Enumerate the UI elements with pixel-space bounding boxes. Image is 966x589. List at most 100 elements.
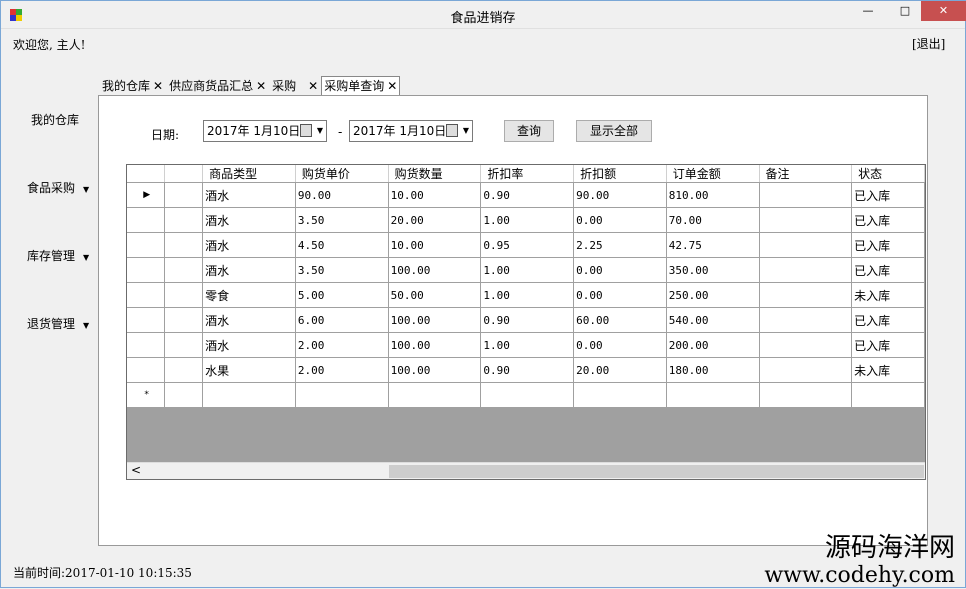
table-cell[interactable]: 已入库 (851, 257, 925, 283)
tab-supplier-summary[interactable]: 供应商货品汇总 ✕ (166, 76, 269, 96)
table-row[interactable]: 零食 5.00 50.00 1.00 0.00 250.00 未入库 (127, 282, 925, 308)
table-cell[interactable]: 100.00 (388, 357, 482, 383)
table-cell[interactable]: 已入库 (851, 232, 925, 258)
table-cell[interactable] (164, 307, 204, 333)
table-cell[interactable]: 100.00 (388, 307, 482, 333)
table-cell[interactable]: 2.25 (573, 232, 667, 258)
close-icon[interactable]: ✕ (256, 79, 266, 93)
table-cell[interactable]: 100.00 (388, 257, 482, 283)
table-cell[interactable]: 540.00 (666, 307, 760, 333)
row-header[interactable] (127, 357, 166, 383)
column-header[interactable]: 购货数量 (388, 165, 482, 183)
table-cell[interactable]: 已入库 (851, 332, 925, 358)
close-button[interactable]: ✕ (921, 1, 966, 21)
calendar-icon[interactable] (446, 124, 458, 137)
table-cell[interactable]: 0.95 (480, 232, 575, 258)
table-cell[interactable]: 10.00 (388, 182, 482, 208)
date-from-picker[interactable]: 2017年 1月10日 ▼ (203, 120, 327, 142)
table-cell[interactable]: 酒水 (202, 332, 296, 358)
column-header[interactable]: 折扣额 (573, 165, 667, 183)
table-cell[interactable]: 1.00 (480, 332, 575, 358)
table-cell[interactable]: 350.00 (666, 257, 760, 283)
table-cell[interactable] (851, 382, 925, 408)
table-row[interactable]: 酒水 3.50 100.00 1.00 0.00 350.00 已入库 (127, 257, 925, 283)
table-cell[interactable] (666, 382, 760, 408)
table-cell[interactable]: 5.00 (295, 282, 389, 308)
exit-link[interactable]: [退出] (912, 35, 945, 52)
table-row[interactable]: 酒水 4.50 10.00 0.95 2.25 42.75 已入库 (127, 232, 925, 258)
row-header[interactable] (127, 257, 166, 283)
column-header[interactable]: 折扣率 (480, 165, 575, 183)
table-cell[interactable]: 20.00 (388, 207, 482, 233)
table-cell[interactable]: 3.50 (295, 207, 389, 233)
close-icon[interactable]: ✕ (387, 79, 397, 93)
calendar-icon[interactable] (300, 124, 312, 137)
table-cell[interactable]: 90.00 (573, 182, 667, 208)
table-cell[interactable]: 50.00 (388, 282, 482, 308)
column-header[interactable]: 备注 (759, 165, 853, 183)
horizontal-scrollbar[interactable]: < (127, 462, 925, 479)
table-cell[interactable] (573, 382, 667, 408)
table-cell[interactable]: 6.00 (295, 307, 389, 333)
row-header[interactable] (127, 282, 166, 308)
table-cell[interactable]: 10.00 (388, 232, 482, 258)
column-header[interactable]: 购货单价 (295, 165, 389, 183)
table-cell[interactable]: 酒水 (202, 307, 296, 333)
table-cell[interactable] (164, 282, 204, 308)
table-cell[interactable]: 0.00 (573, 282, 667, 308)
table-cell[interactable] (759, 332, 853, 358)
table-cell[interactable] (388, 382, 482, 408)
table-cell[interactable]: 1.00 (480, 282, 575, 308)
column-header[interactable]: 商品类型 (202, 165, 296, 183)
table-cell[interactable]: 未入库 (851, 282, 925, 308)
query-button[interactable]: 查询 (504, 120, 554, 142)
chevron-down-icon[interactable]: ▼ (317, 121, 323, 141)
row-header[interactable]: * (127, 382, 166, 408)
table-row[interactable]: 酒水 3.50 20.00 1.00 0.00 70.00 已入库 (127, 207, 925, 233)
table-cell[interactable]: 70.00 (666, 207, 760, 233)
table-cell[interactable]: 100.00 (388, 332, 482, 358)
table-cell[interactable]: 未入库 (851, 357, 925, 383)
table-cell[interactable]: 60.00 (573, 307, 667, 333)
table-cell[interactable]: 1.00 (480, 257, 575, 283)
table-cell[interactable] (164, 182, 204, 208)
table-cell[interactable] (759, 232, 853, 258)
table-cell[interactable]: 4.50 (295, 232, 389, 258)
scrollbar-thumb[interactable] (389, 465, 924, 478)
table-row[interactable]: ▶ 酒水 90.00 10.00 0.90 90.00 810.00 已入库 (127, 182, 925, 208)
table-cell[interactable] (164, 357, 204, 383)
close-icon[interactable]: ✕ (308, 79, 318, 93)
tab-purchase-order-query[interactable]: 采购单查询 ✕ (321, 76, 401, 96)
table-cell[interactable]: 0.90 (480, 357, 575, 383)
table-cell[interactable] (759, 307, 853, 333)
maximize-button[interactable]: □ (892, 1, 918, 21)
table-cell[interactable]: 已入库 (851, 307, 925, 333)
table-cell[interactable]: 酒水 (202, 182, 296, 208)
column-header[interactable]: 状态 (851, 165, 925, 183)
table-cell[interactable] (480, 382, 575, 408)
table-cell[interactable]: 1.00 (480, 207, 575, 233)
table-cell[interactable] (759, 182, 853, 208)
chevron-down-icon[interactable]: ▼ (463, 121, 469, 141)
table-cell[interactable]: 2.00 (295, 357, 389, 383)
table-cell[interactable] (759, 282, 853, 308)
column-header[interactable]: 订单金额 (666, 165, 760, 183)
table-cell[interactable]: 酒水 (202, 257, 296, 283)
row-header[interactable] (127, 207, 166, 233)
table-cell[interactable] (164, 332, 204, 358)
table-cell[interactable]: 0.00 (573, 207, 667, 233)
table-cell[interactable]: 酒水 (202, 207, 296, 233)
close-icon[interactable]: ✕ (153, 79, 163, 93)
table-cell[interactable]: 水果 (202, 357, 296, 383)
table-cell[interactable] (164, 382, 204, 408)
table-row[interactable]: 酒水 2.00 100.00 1.00 0.00 200.00 已入库 (127, 332, 925, 358)
table-cell[interactable]: 0.90 (480, 182, 575, 208)
table-cell[interactable]: 3.50 (295, 257, 389, 283)
table-cell[interactable] (759, 382, 853, 408)
table-row[interactable]: 酒水 6.00 100.00 0.90 60.00 540.00 已入库 (127, 307, 925, 333)
table-cell[interactable] (164, 207, 204, 233)
show-all-button[interactable]: 显示全部 (576, 120, 652, 142)
table-cell[interactable]: 2.00 (295, 332, 389, 358)
row-header[interactable] (127, 332, 166, 358)
table-cell[interactable] (295, 382, 389, 408)
